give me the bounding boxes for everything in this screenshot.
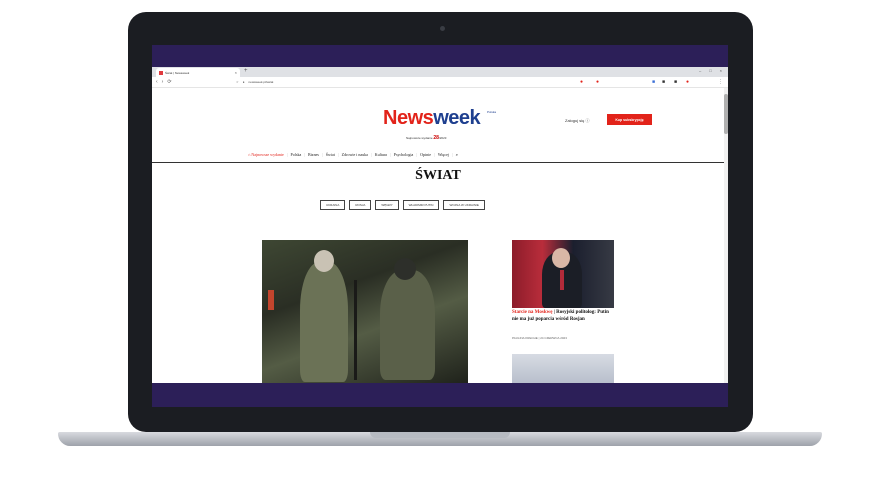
tag-rosja[interactable]: ROSJA — [349, 200, 372, 210]
nav-item-wiecej[interactable]: Więcej — [438, 152, 449, 157]
address-bar[interactable]: ☆ ● newsweek.pl/swiat — [236, 79, 596, 85]
web-page: Newsweek Polska Najnowsze wydanie 28/202… — [152, 88, 728, 383]
close-window-button[interactable]: × — [720, 68, 722, 73]
patch — [268, 290, 274, 310]
article-headline[interactable]: Starcie na Moskwę | Rosyjski politolog: … — [512, 310, 616, 323]
tab-close-icon[interactable]: × — [235, 70, 237, 75]
bookmark-icon[interactable]: ☆ — [236, 80, 239, 84]
nav-item-zdrowie[interactable]: Zdrowie i nauka — [342, 152, 368, 157]
extension-icon-4[interactable]: ■ — [662, 79, 665, 85]
tag-wojna[interactable]: WOJNA W UKRAINIE — [443, 200, 485, 210]
nav-separator: | — [337, 152, 339, 157]
laptop-notch — [370, 432, 510, 438]
browser-toolbar: ‹ › ⟳ ☆ ● newsweek.pl/swiat ● ● ■ ■ ■ ● … — [152, 77, 728, 88]
soldier-head — [314, 250, 334, 272]
newsweek-logo[interactable]: Newsweek — [383, 107, 481, 130]
extension-icon-3[interactable]: ■ — [652, 79, 655, 85]
article-author[interactable]: PAULINA KRECHE — [512, 336, 538, 340]
article-image[interactable] — [512, 240, 614, 308]
nav-item-opinie[interactable]: Opinie — [420, 152, 431, 157]
nav-separator: | — [416, 152, 418, 157]
tag-ukraina[interactable]: UKRAINA — [320, 200, 346, 210]
nav-item-latest[interactable]: ⌂ Najnowsze wydanie — [248, 152, 284, 157]
soldier-figure-2 — [380, 270, 435, 380]
soldier-figure — [300, 262, 348, 382]
topic-tags: UKRAINA ROSJA WĘGRY WŁADIMIR PUTIN WOJNA… — [320, 200, 485, 210]
minimize-button[interactable]: – — [699, 68, 701, 73]
camera-icon — [440, 26, 445, 31]
login-link[interactable]: Zaloguj się ⓘ — [565, 118, 589, 124]
search-icon[interactable]: ⌕ — [456, 152, 458, 157]
article-date: 24 CZERWCA 2023 — [540, 336, 567, 340]
extension-icon-2[interactable]: ● — [596, 79, 599, 85]
nav-separator: | — [286, 152, 288, 157]
nav-item-swiat[interactable]: Świat — [326, 152, 335, 157]
extension-icon-5[interactable]: ■ — [674, 79, 677, 85]
window-controls: – □ × — [699, 68, 722, 73]
maximize-button[interactable]: □ — [709, 68, 711, 73]
url-text: newsweek.pl/swiat — [248, 80, 274, 84]
laptop-screen: Świat | Newsweek × + – □ × ‹ › ⟳ ☆ ● new… — [152, 45, 728, 407]
rifle — [354, 280, 357, 380]
nav-separator: | — [451, 152, 453, 157]
menu-icon[interactable]: ⋮ — [718, 79, 723, 85]
scrollbar-thumb[interactable] — [724, 94, 728, 134]
nav-item-kultura[interactable]: Kultura — [375, 152, 387, 157]
scrollbar[interactable] — [724, 88, 728, 383]
reload-icon[interactable]: ⟳ — [167, 79, 171, 85]
nav-divider — [152, 162, 724, 163]
favicon-icon — [159, 70, 163, 75]
new-tab-button[interactable]: + — [244, 68, 248, 74]
tie — [560, 270, 564, 290]
nav-separator: | — [389, 152, 391, 157]
extension-icon[interactable]: ● — [580, 79, 583, 85]
nav-item-psychologia[interactable]: Psychologia — [394, 152, 414, 157]
nav-item-biznes[interactable]: Biznes — [308, 152, 319, 157]
person-head — [552, 248, 570, 268]
browser-window: Świat | Newsweek × + – □ × ‹ › ⟳ ☆ ● new… — [152, 67, 728, 383]
forward-icon[interactable]: › — [162, 79, 164, 85]
extension-icon-6[interactable]: ● — [686, 79, 689, 85]
tag-putin[interactable]: WŁADIMIR PUTIN — [402, 200, 440, 210]
back-icon[interactable]: ‹ — [156, 79, 158, 85]
nav-separator: | — [370, 152, 372, 157]
article-meta: PAULINA KRECHE | 24 CZERWCA 2023 — [512, 336, 567, 340]
soldier-head-2 — [394, 258, 416, 280]
tag-wegry[interactable]: WĘGRY — [375, 200, 399, 210]
main-nav: ⌂ Najnowsze wydanie | Polska | Biznes | … — [248, 152, 628, 157]
nav-separator: | — [321, 152, 323, 157]
lock-icon: ● — [242, 80, 245, 84]
section-title: ŚWIAT — [415, 168, 461, 183]
subscribe-button[interactable]: Kup subskrypcję — [607, 114, 652, 125]
tab-bar: Świat | Newsweek × + – □ × — [152, 67, 728, 77]
latest-issue-line[interactable]: Najnowsze wydanie 28/2023 — [406, 135, 446, 141]
nav-separator: | — [304, 152, 306, 157]
logo-tag: Polska — [487, 110, 497, 114]
nav-separator: | — [434, 152, 435, 157]
hero-image[interactable] — [262, 240, 468, 383]
article-image-2[interactable] — [512, 354, 614, 383]
browser-tab[interactable]: Świat | Newsweek × — [156, 68, 240, 77]
tab-title: Świat | Newsweek — [165, 70, 190, 75]
nav-item-polska[interactable]: Polska — [291, 152, 302, 157]
